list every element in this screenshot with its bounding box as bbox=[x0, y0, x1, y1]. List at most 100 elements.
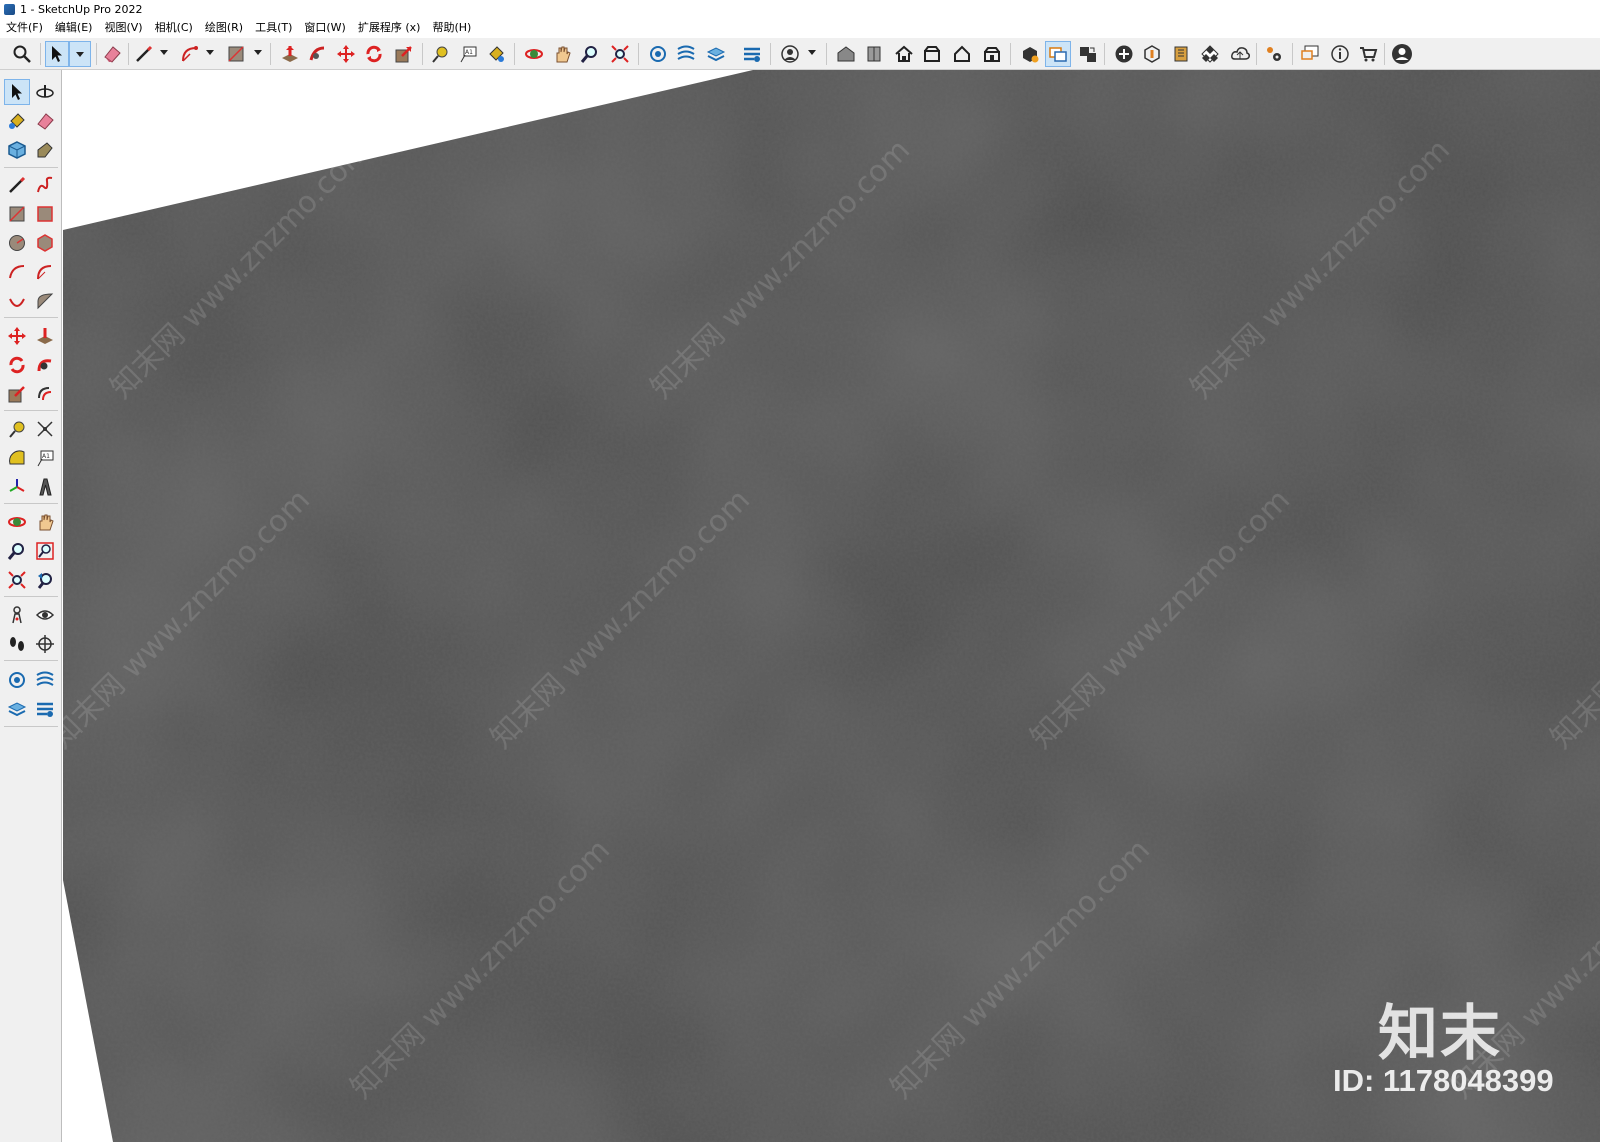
dimension-icon[interactable] bbox=[33, 417, 57, 441]
search-icon[interactable] bbox=[10, 42, 34, 66]
previous-view-icon[interactable] bbox=[33, 568, 57, 592]
front-view-icon[interactable] bbox=[920, 42, 944, 66]
three-point-arc-icon[interactable] bbox=[5, 289, 29, 313]
3d-text-icon[interactable] bbox=[33, 475, 57, 499]
push-pull-icon[interactable] bbox=[33, 324, 57, 348]
styles-icon[interactable] bbox=[5, 697, 29, 721]
follow-me-icon[interactable] bbox=[306, 42, 330, 66]
rectangle-icon[interactable] bbox=[5, 202, 29, 226]
add-icon[interactable] bbox=[1112, 42, 1136, 66]
outliner-icon[interactable] bbox=[740, 42, 764, 66]
menu-view[interactable]: 视图(V) bbox=[98, 18, 148, 38]
polygon-icon[interactable] bbox=[33, 231, 57, 255]
menu-help[interactable]: 帮助(H) bbox=[426, 18, 477, 38]
select-dropdown-button[interactable] bbox=[69, 41, 91, 67]
cart-icon[interactable] bbox=[1356, 42, 1380, 66]
cloud-icon[interactable] bbox=[1228, 42, 1252, 66]
eraser-icon[interactable] bbox=[33, 109, 57, 133]
menu-draw[interactable]: 绘图(R) bbox=[199, 18, 249, 38]
home-icon[interactable] bbox=[892, 42, 916, 66]
freehand-icon[interactable] bbox=[33, 173, 57, 197]
info-icon[interactable] bbox=[1328, 42, 1352, 66]
move-icon[interactable] bbox=[5, 324, 29, 348]
follow-me-icon[interactable] bbox=[33, 353, 57, 377]
section-plane-icon[interactable] bbox=[33, 632, 57, 656]
house-outline-icon[interactable] bbox=[950, 42, 974, 66]
make-component-icon[interactable] bbox=[5, 138, 29, 162]
arc-icon[interactable] bbox=[178, 42, 202, 66]
pan-icon[interactable] bbox=[33, 510, 57, 534]
move-icon[interactable] bbox=[334, 42, 358, 66]
menu-camera[interactable]: 相机(C) bbox=[149, 18, 199, 38]
push-pull-icon[interactable] bbox=[278, 42, 302, 66]
settings-icon[interactable] bbox=[1262, 42, 1286, 66]
paint-bucket-icon[interactable] bbox=[484, 42, 508, 66]
pie-icon[interactable] bbox=[33, 289, 57, 313]
orbit-tool-icon[interactable] bbox=[5, 510, 29, 534]
paint-bucket-icon[interactable] bbox=[5, 109, 29, 133]
look-around-icon[interactable] bbox=[33, 603, 57, 627]
back-view-icon[interactable] bbox=[980, 42, 1004, 66]
layer-tags-icon[interactable] bbox=[646, 42, 670, 66]
zoom-extents-icon[interactable] bbox=[5, 568, 29, 592]
solid-tools-icon[interactable] bbox=[1018, 42, 1042, 66]
section-plane-icon[interactable] bbox=[1045, 41, 1071, 67]
user-dropdown-icon[interactable] bbox=[808, 50, 816, 55]
styles-icon[interactable] bbox=[704, 42, 728, 66]
position-camera-icon[interactable] bbox=[5, 603, 29, 627]
tape-measure-icon[interactable] bbox=[428, 42, 452, 66]
pencil-icon[interactable] bbox=[5, 173, 29, 197]
menu-extensions[interactable]: 扩展程序 (x) bbox=[352, 18, 427, 38]
rotate-icon[interactable] bbox=[5, 353, 29, 377]
outliner-icon[interactable] bbox=[33, 697, 57, 721]
arc-icon[interactable] bbox=[5, 260, 29, 284]
orbit-icon[interactable] bbox=[522, 42, 546, 66]
rotated-rectangle-icon[interactable] bbox=[33, 202, 57, 226]
tag-icon[interactable] bbox=[33, 138, 57, 162]
text-icon[interactable]: A1 bbox=[33, 446, 57, 470]
arc-dropdown-icon[interactable] bbox=[206, 50, 214, 55]
rotate-icon[interactable] bbox=[362, 42, 386, 66]
circle-icon[interactable] bbox=[5, 231, 29, 255]
zoom-icon[interactable] bbox=[5, 539, 29, 563]
scenes-icon[interactable] bbox=[33, 668, 57, 692]
warehouse-icon[interactable] bbox=[834, 42, 858, 66]
menu-tools[interactable]: 工具(T) bbox=[249, 18, 298, 38]
section-display-icon[interactable] bbox=[1076, 42, 1100, 66]
text-icon[interactable]: A1 bbox=[456, 42, 480, 66]
scenes-icon[interactable] bbox=[674, 42, 698, 66]
tape-measure-icon[interactable] bbox=[5, 417, 29, 441]
menu-edit[interactable]: 编辑(E) bbox=[49, 18, 99, 38]
texture-icon[interactable] bbox=[1170, 42, 1194, 66]
layers-icon[interactable] bbox=[5, 668, 29, 692]
protractor-icon[interactable] bbox=[5, 446, 29, 470]
checker-icon[interactable] bbox=[1198, 42, 1222, 66]
axes-icon[interactable] bbox=[5, 475, 29, 499]
menu-window[interactable]: 窗口(W) bbox=[298, 18, 351, 38]
scale-icon[interactable] bbox=[392, 42, 416, 66]
component-icon[interactable] bbox=[862, 42, 886, 66]
zoom-extents-icon[interactable] bbox=[608, 42, 632, 66]
pencil-icon[interactable] bbox=[132, 42, 156, 66]
message-icon[interactable] bbox=[1298, 42, 1322, 66]
user-icon[interactable] bbox=[778, 42, 802, 66]
zoom-icon[interactable] bbox=[578, 42, 602, 66]
scale-icon[interactable] bbox=[5, 382, 29, 406]
menu-bar: 文件(F) 编辑(E) 视图(V) 相机(C) 绘图(R) 工具(T) 窗口(W… bbox=[0, 18, 1600, 38]
rectangle-dropdown-icon[interactable] bbox=[254, 50, 262, 55]
model-viewport[interactable]: 知末网 www.znzmo.com 知末网 www.znzmo.com 知末网 ww… bbox=[63, 70, 1600, 1142]
pan-icon[interactable] bbox=[550, 42, 574, 66]
zoom-window-icon[interactable] bbox=[33, 539, 57, 563]
two-point-arc-icon[interactable] bbox=[33, 260, 57, 284]
sandbox-icon[interactable] bbox=[1140, 42, 1164, 66]
menu-file[interactable]: 文件(F) bbox=[0, 18, 49, 38]
account-icon[interactable] bbox=[1390, 42, 1414, 66]
select-icon[interactable] bbox=[45, 41, 69, 67]
rectangle-icon[interactable] bbox=[224, 42, 248, 66]
pencil-dropdown-icon[interactable] bbox=[160, 50, 168, 55]
offset-icon[interactable] bbox=[33, 382, 57, 406]
eraser-icon[interactable] bbox=[100, 42, 124, 66]
orbit-icon[interactable] bbox=[33, 80, 57, 104]
walk-icon[interactable] bbox=[5, 632, 29, 656]
select-icon[interactable] bbox=[4, 79, 30, 105]
